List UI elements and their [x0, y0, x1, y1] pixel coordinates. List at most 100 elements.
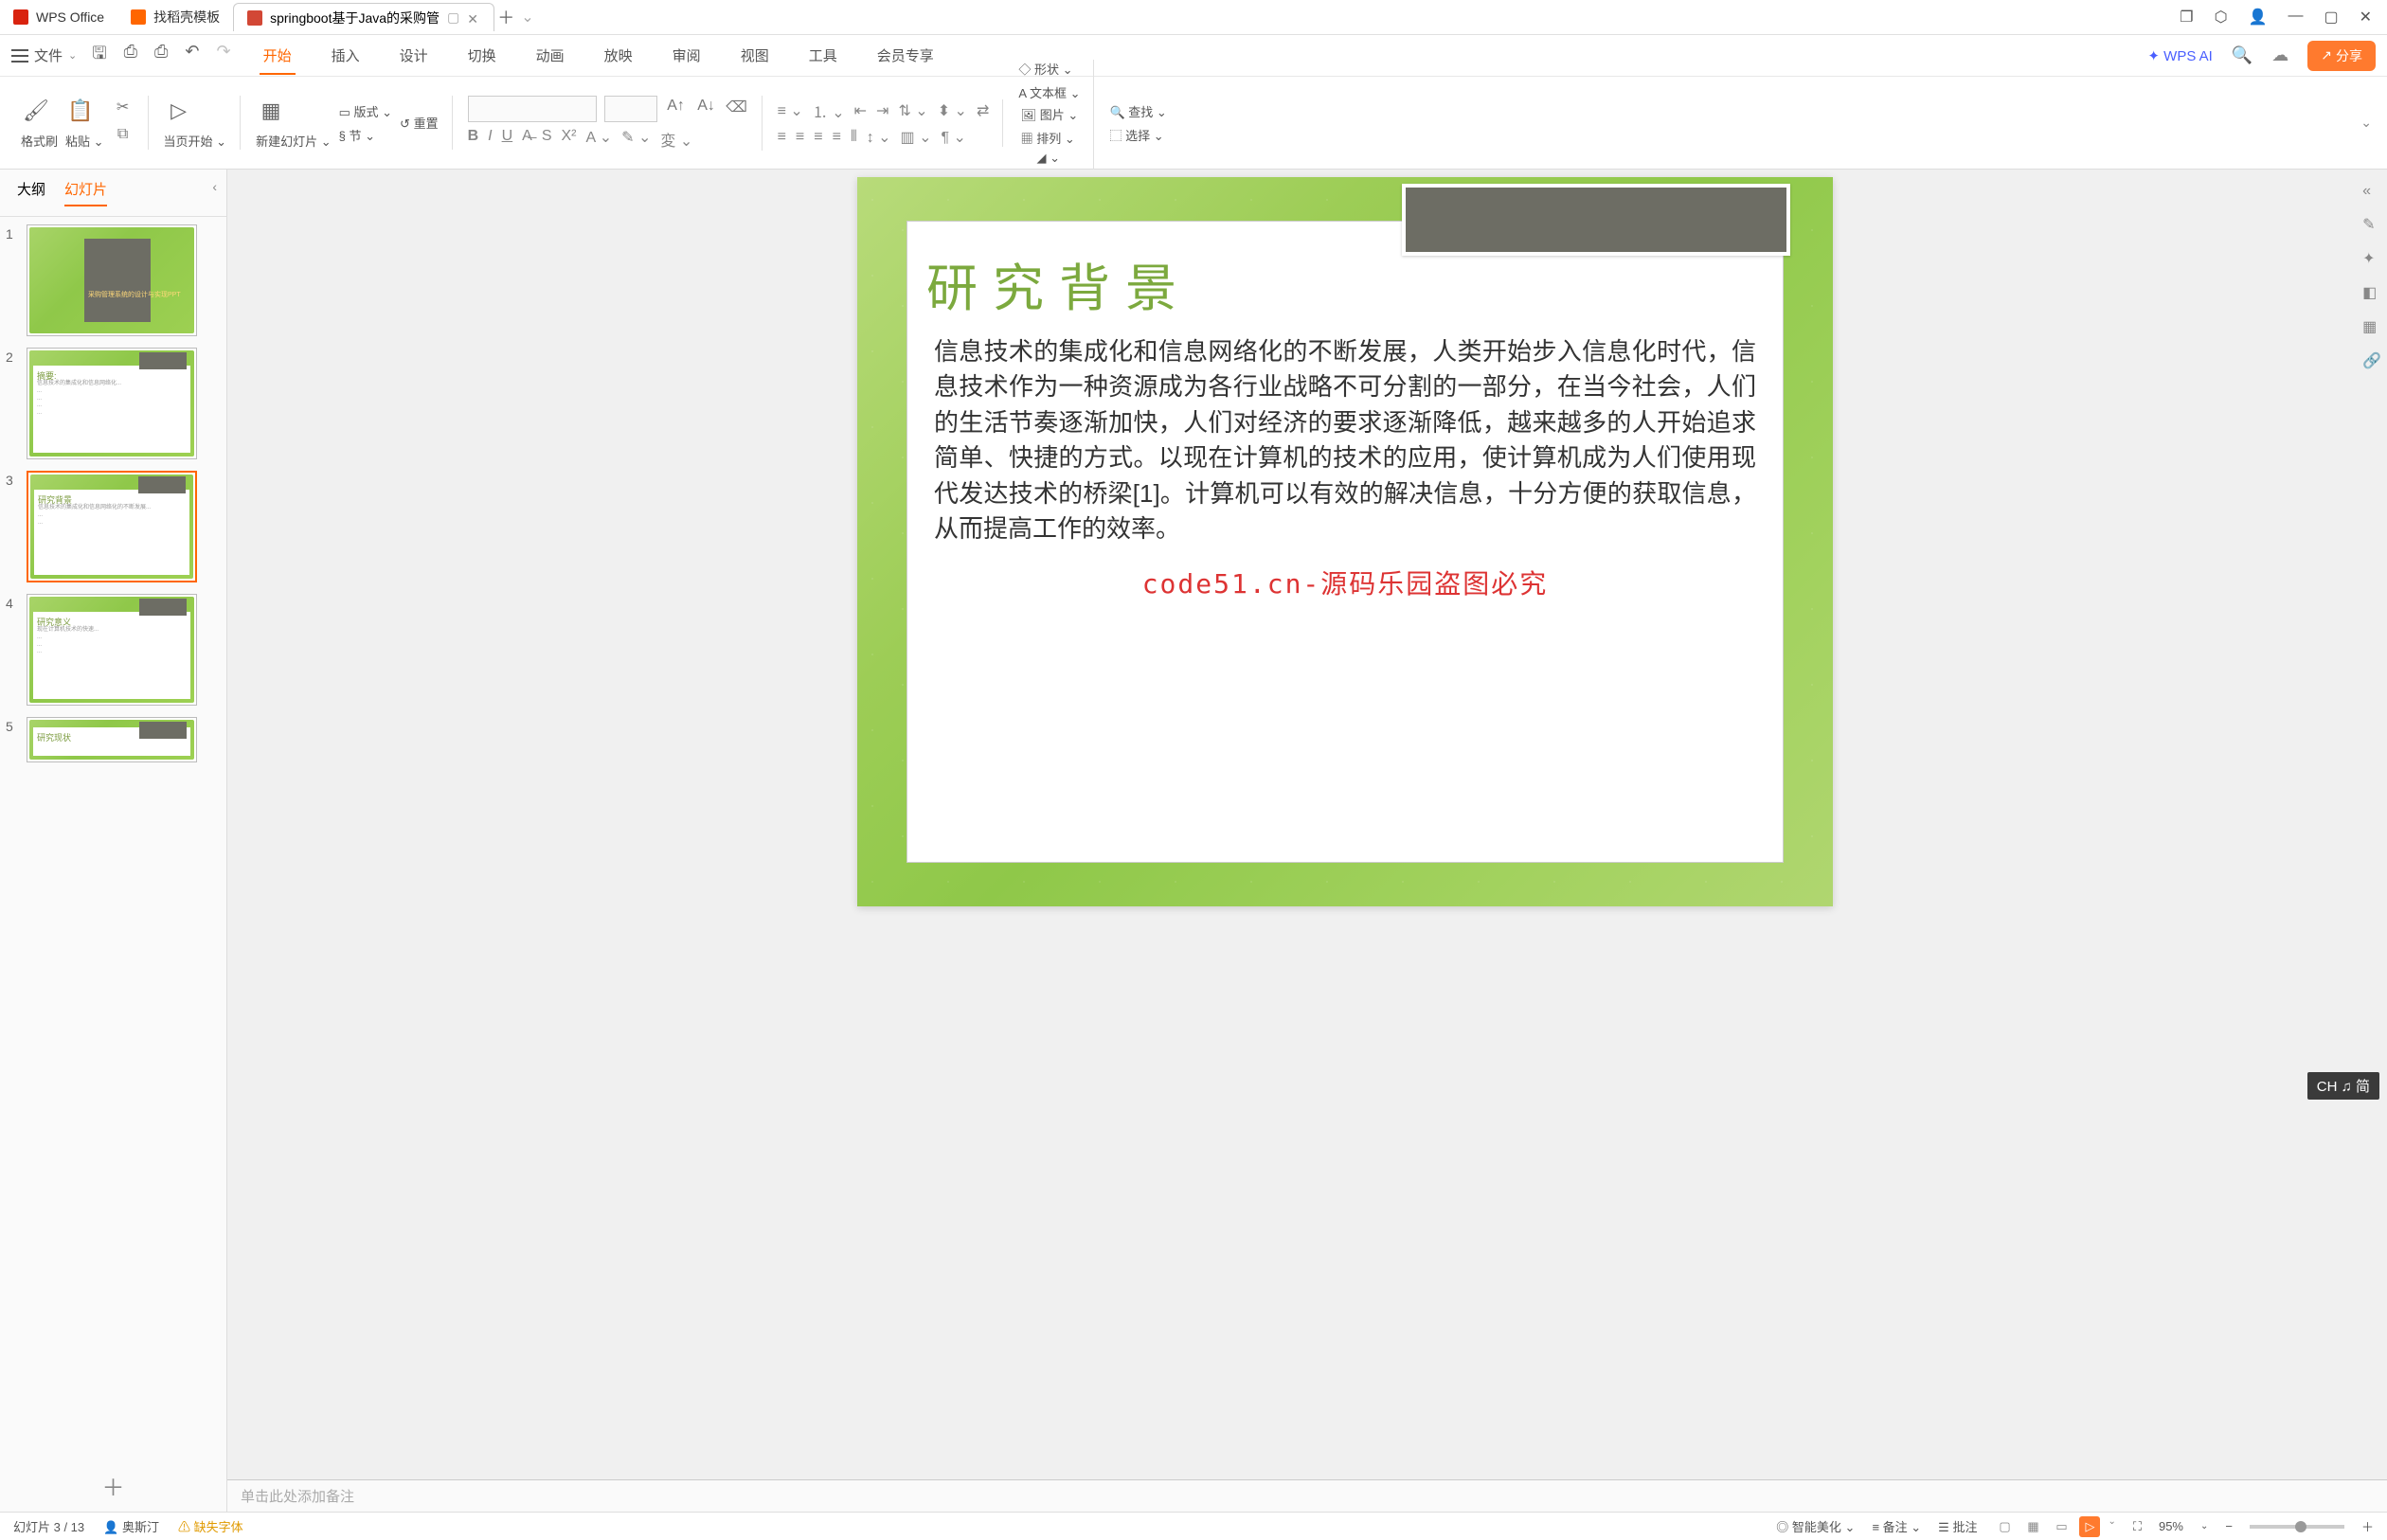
align-left-button[interactable]: ≡ [778, 129, 786, 146]
from-current-button[interactable]: ▷当页开始 ⌄ [164, 96, 227, 150]
outline-tab[interactable]: 大纲 [17, 179, 45, 206]
align-v-button[interactable]: ⬍ ⌄ [938, 101, 967, 120]
convert-button[interactable]: ⇄ [977, 101, 989, 120]
cloud-icon[interactable]: ☁ [2271, 45, 2288, 65]
indent-dec-button[interactable]: ⇤ [854, 101, 867, 120]
size-combo[interactable] [604, 96, 657, 122]
rail-layers-icon[interactable]: ▦ [2362, 317, 2381, 336]
format-brush-button[interactable]: 🖌格式刷 [21, 96, 58, 150]
notes-bar[interactable]: 单击此处添加备注 [227, 1479, 2387, 1512]
author-indicator[interactable]: 👤 奥斯汀 [103, 1517, 159, 1535]
avatar-icon[interactable]: 👤 [2249, 8, 2268, 27]
textbox-button[interactable]: A 文本框 ⌄ [1018, 83, 1080, 101]
zoom-value[interactable]: 95% [2159, 1519, 2183, 1533]
redo-icon[interactable]: ↷ [216, 42, 230, 70]
ime-badge[interactable]: CH ♫ 简 [2307, 1072, 2379, 1100]
page-indicator[interactable]: 幻灯片 3 / 13 [13, 1517, 84, 1535]
zoom-in-button[interactable]: ＋ [2361, 1517, 2374, 1535]
collapse-panel-icon[interactable]: ‹ [212, 179, 217, 194]
fit-icon[interactable]: ⛶ [2133, 1519, 2142, 1534]
rail-star-icon[interactable]: ✦ [2362, 249, 2381, 268]
tab-view[interactable]: 视图 [737, 36, 773, 75]
thumb-row-5[interactable]: 5 研究现状 [6, 717, 221, 762]
add-slide-button[interactable]: ＋ [0, 1459, 226, 1512]
minimize-button[interactable]: — [2288, 8, 2303, 27]
wps-ai-button[interactable]: ✦ WPS AI [2147, 47, 2212, 64]
notes-toggle[interactable]: ≡ 备注 ⌄ [1872, 1517, 1921, 1535]
numbering-button[interactable]: ⒈ ⌄ [813, 99, 845, 122]
tab-menu-chevron[interactable]: ⌄ [521, 8, 533, 27]
slide-body[interactable]: 信息技术的集成化和信息网络化的不断发展，人类开始步入信息化时代，信息技术作为一种… [907, 334, 1783, 546]
share-button[interactable]: ↗ 分享 [2307, 41, 2376, 71]
font-combo[interactable] [468, 96, 597, 122]
paste-button[interactable]: 📋粘贴 ⌄ [65, 96, 104, 150]
text-direction-button[interactable]: ⇅ ⌄ [898, 101, 927, 120]
clear-format-icon[interactable]: ⌫ [726, 98, 748, 120]
new-slide-button[interactable]: ▦新建幻灯片 ⌄ [256, 96, 332, 150]
search-icon[interactable]: 🔍 [2232, 45, 2252, 65]
zoom-slider[interactable] [2250, 1525, 2344, 1529]
app-tab-wps[interactable]: WPS Office [0, 3, 117, 31]
slides-tab[interactable]: 幻灯片 [64, 179, 107, 206]
shape-button[interactable]: ◇ 形状 ⌄ [1018, 60, 1080, 78]
rail-link-icon[interactable]: 🔗 [2362, 351, 2381, 370]
find-button[interactable]: 🔍 查找 ⌄ [1109, 102, 1166, 120]
missing-font-warning[interactable]: ⚠ 缺失字体 [178, 1517, 243, 1535]
underline-button[interactable]: U [502, 128, 513, 151]
app-tab-document[interactable]: springboot基于Java的采购管 ▢ ✕ [233, 3, 494, 31]
tab-close-icon[interactable]: ✕ [467, 11, 480, 25]
maximize-button[interactable]: ▢ [2324, 8, 2338, 27]
bold-button[interactable]: B [468, 128, 479, 151]
align-center-button[interactable]: ≡ [796, 129, 804, 146]
strike2-button[interactable]: S [542, 128, 552, 151]
package-icon[interactable]: ⬡ [2215, 8, 2228, 27]
rail-cube-icon[interactable]: ◧ [2362, 283, 2381, 302]
tab-window-icon[interactable]: ▢ [447, 9, 459, 26]
view-slideshow-icon[interactable]: ▷ [2079, 1516, 2100, 1537]
columns-button[interactable]: ▥ ⌄ [901, 128, 932, 147]
slide-banner-placeholder[interactable] [1402, 184, 1790, 256]
tab-animation[interactable]: 动画 [532, 36, 568, 75]
strike-button[interactable]: A̶ [522, 128, 532, 151]
superscript-button[interactable]: X² [562, 128, 577, 151]
picture-button[interactable]: 🖼 图片 ⌄ [1021, 105, 1079, 123]
copy-icon[interactable]: ⧉ [112, 126, 135, 149]
close-button[interactable]: ✕ [2360, 8, 2372, 27]
view-sorter-icon[interactable]: ▦ [2022, 1516, 2043, 1537]
comments-toggle[interactable]: ☰ 批注 [1938, 1517, 1977, 1535]
layout-button[interactable]: ▭ 版式 ⌄ [339, 102, 392, 120]
arrange-button[interactable]: ▦ 排列 ⌄ [1021, 129, 1079, 147]
thumb-row-3[interactable]: 3 研究背景信息技术的集成化和信息网络化的不断发展......... [6, 471, 221, 582]
save-icon[interactable]: 🖫 [92, 42, 106, 70]
select-button[interactable]: ⬚ 选择 ⌄ [1109, 126, 1166, 144]
print-icon[interactable]: ⎙ [124, 42, 137, 70]
rail-chevron-icon[interactable]: « [2362, 183, 2381, 200]
tab-tools[interactable]: 工具 [805, 36, 841, 75]
ribbon-collapse-icon[interactable]: ⌄ [2360, 115, 2372, 131]
slide[interactable]: 研究背景 信息技术的集成化和信息网络化的不断发展，人类开始步入信息化时代，信息技… [857, 177, 1833, 906]
bullets-button[interactable]: ≡ ⌄ [778, 101, 803, 120]
canvas-scroll[interactable]: 研究背景 信息技术的集成化和信息网络化的不断发展，人类开始步入信息化时代，信息技… [227, 170, 2387, 1479]
file-menu[interactable]: 文件 ⌄ [11, 45, 77, 65]
char-spacing-button[interactable]: 変 ⌄ [660, 128, 692, 151]
tab-transition[interactable]: 切换 [464, 36, 500, 75]
indent-inc-button[interactable]: ⇥ [876, 101, 888, 120]
thumb-row-4[interactable]: 4 研究意义现在计算机技术的快速............ [6, 594, 221, 706]
rail-pencil-icon[interactable]: ✎ [2362, 215, 2381, 234]
shrink-font-icon[interactable]: A↓ [695, 98, 718, 120]
new-tab-button[interactable]: ＋ [494, 5, 517, 29]
undo-icon[interactable]: ↶ [185, 42, 199, 70]
italic-button[interactable]: I [488, 128, 492, 151]
tab-design[interactable]: 设计 [396, 36, 432, 75]
cut-icon[interactable]: ✂ [112, 98, 135, 120]
font-color-button[interactable]: A ⌄ [586, 128, 613, 151]
zoom-chevron[interactable]: ⌄ [2200, 1521, 2208, 1531]
tab-slideshow[interactable]: 放映 [601, 36, 637, 75]
highlight-button[interactable]: ✎ ⌄ [621, 128, 651, 151]
distribute-button[interactable]: ⫴ [851, 129, 857, 146]
tab-review[interactable]: 审阅 [669, 36, 705, 75]
tab-start[interactable]: 开始 [260, 36, 296, 75]
align-justify-button[interactable]: ≡ [833, 129, 841, 146]
beautify-button[interactable]: ◎ 智能美化 ⌄ [1776, 1517, 1855, 1535]
view-normal-icon[interactable]: ▢ [1994, 1516, 2015, 1537]
